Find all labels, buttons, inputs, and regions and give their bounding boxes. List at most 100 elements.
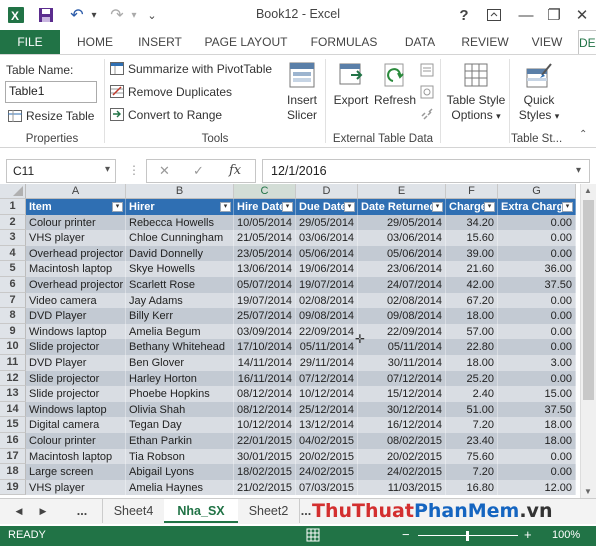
filter-dropdown-icon[interactable]: ▾ xyxy=(562,202,573,212)
ribbon-display-options-button[interactable] xyxy=(482,4,506,26)
table-cell[interactable]: 24/07/2014 xyxy=(358,277,446,293)
select-all-corner[interactable] xyxy=(0,184,26,199)
table-cell[interactable]: 10/12/2014 xyxy=(296,386,358,402)
expand-formula-bar-icon[interactable]: ▾ xyxy=(576,165,581,176)
tab-file[interactable]: FILE xyxy=(0,30,60,54)
table-cell[interactable]: 0.00 xyxy=(498,214,576,231)
table-cell[interactable]: Macintosh laptop xyxy=(26,261,126,277)
table-cell[interactable]: Slide projector xyxy=(26,386,126,402)
filter-dropdown-icon[interactable]: ▾ xyxy=(344,202,355,212)
table-cell[interactable]: 20/02/2015 xyxy=(358,448,446,465)
table-cell[interactable]: Amelia Haynes xyxy=(126,479,234,496)
table-cell[interactable]: Harley Horton xyxy=(126,370,234,387)
table-cell[interactable]: Slide projector xyxy=(26,370,126,387)
filter-dropdown-icon[interactable]: ▾ xyxy=(112,202,123,212)
confirm-entry-icon[interactable]: ✓ xyxy=(193,163,204,179)
table-cell[interactable]: Jay Adams xyxy=(126,292,234,309)
table-cell[interactable]: 16/12/2014 xyxy=(358,417,446,433)
table-cell[interactable]: 75.60 xyxy=(446,448,498,465)
table-cell[interactable]: 57.00 xyxy=(446,323,498,340)
table-cell[interactable]: 67.20 xyxy=(446,292,498,309)
table-cell[interactable]: 05/11/2014 xyxy=(296,339,358,355)
table-cell[interactable]: 0.00 xyxy=(498,230,576,246)
table-cell[interactable]: 11/03/2015 xyxy=(358,479,446,496)
table-cell[interactable]: DVD Player xyxy=(26,308,126,324)
table-header-cell[interactable]: Date Returned ▾ xyxy=(358,199,446,215)
table-cell[interactable]: 36.00 xyxy=(498,261,576,277)
name-box[interactable]: C11 ▾ xyxy=(6,159,116,183)
table-cell[interactable]: 16.80 xyxy=(446,479,498,496)
table-cell[interactable]: 20/02/2015 xyxy=(296,448,358,465)
sheet-tab-nha-sx[interactable]: Nha_SX xyxy=(164,499,238,523)
table-cell[interactable]: Colour printer xyxy=(26,214,126,231)
table-cell[interactable]: 09/08/2014 xyxy=(358,308,446,324)
table-cell[interactable]: 14/11/2014 xyxy=(234,355,296,371)
row-header[interactable]: 1 xyxy=(0,199,26,215)
table-cell[interactable]: 39.00 xyxy=(446,245,498,262)
table-cell[interactable]: David Donnelly xyxy=(126,245,234,262)
table-cell[interactable]: 07/12/2014 xyxy=(358,370,446,387)
table-cell[interactable]: 29/11/2014 xyxy=(296,355,358,371)
column-header-f[interactable]: F xyxy=(446,184,498,199)
table-cell[interactable]: Tegan Day xyxy=(126,417,234,433)
row-header[interactable]: 16 xyxy=(0,433,26,449)
vertical-scrollbar[interactable]: ▲ ▼ xyxy=(580,184,596,498)
table-cell[interactable]: 10/12/2014 xyxy=(234,417,296,433)
row-header[interactable]: 19 xyxy=(0,479,26,496)
table-cell[interactable]: 03/06/2014 xyxy=(296,230,358,246)
table-cell[interactable]: 10/05/2014 xyxy=(234,214,296,231)
row-header[interactable]: 11 xyxy=(0,355,26,371)
table-cell[interactable]: 24/02/2015 xyxy=(296,464,358,480)
table-cell[interactable]: Windows laptop xyxy=(26,323,126,340)
table-cell[interactable]: 30/01/2015 xyxy=(234,448,296,465)
collapse-ribbon-icon[interactable]: ⌃ xyxy=(579,129,587,140)
refresh-button[interactable]: Refresh xyxy=(373,61,417,108)
table-cell[interactable]: Video camera xyxy=(26,292,126,309)
table-cell[interactable]: Olivia Shah xyxy=(126,401,234,418)
properties-icon[interactable] xyxy=(420,63,434,80)
table-cell[interactable]: Ben Glover xyxy=(126,355,234,371)
column-header-b[interactable]: B xyxy=(126,184,234,199)
scroll-up-icon[interactable]: ▲ xyxy=(584,186,592,195)
cancel-entry-icon[interactable]: ✕ xyxy=(159,163,170,179)
row-header[interactable]: 13 xyxy=(0,386,26,402)
table-cell[interactable]: Digital camera xyxy=(26,417,126,433)
row-header[interactable]: 7 xyxy=(0,292,26,309)
table-cell[interactable]: 23/05/2014 xyxy=(234,245,296,262)
table-cell[interactable]: Scarlett Rose xyxy=(126,277,234,293)
table-header-cell[interactable]: Due Date ▾ xyxy=(296,199,358,215)
tab-insert[interactable]: INSERT xyxy=(130,30,190,54)
table-cell[interactable]: VHS player xyxy=(26,230,126,246)
convert-to-range-button[interactable]: Convert to Range xyxy=(110,108,222,122)
formula-input[interactable]: 12/1/2016 xyxy=(262,159,590,183)
column-header-e[interactable]: E xyxy=(358,184,446,199)
table-cell[interactable]: Rebecca Howells xyxy=(126,214,234,231)
table-cell[interactable]: 18.00 xyxy=(498,433,576,449)
row-header[interactable]: 6 xyxy=(0,277,26,293)
table-cell[interactable]: 13/12/2014 xyxy=(296,417,358,433)
table-cell[interactable]: 18.00 xyxy=(446,355,498,371)
table-cell[interactable]: 09/08/2014 xyxy=(296,308,358,324)
table-cell[interactable]: 29/05/2014 xyxy=(358,214,446,231)
table-cell[interactable]: 19/07/2014 xyxy=(234,292,296,309)
row-header[interactable]: 8 xyxy=(0,308,26,324)
tab-formulas[interactable]: FORMULAS xyxy=(304,30,384,54)
table-cell[interactable]: 0.00 xyxy=(498,308,576,324)
table-cell[interactable]: 37.50 xyxy=(498,401,576,418)
resize-table-button[interactable]: Resize Table xyxy=(8,109,94,123)
zoom-in-button[interactable]: + xyxy=(524,527,532,542)
sheet-tab-sheet2[interactable]: Sheet2 xyxy=(238,499,300,523)
table-cell[interactable]: 21/05/2014 xyxy=(234,230,296,246)
table-cell[interactable]: 24/02/2015 xyxy=(358,464,446,480)
table-cell[interactable]: 18.00 xyxy=(498,417,576,433)
sheet-tab-sheet4[interactable]: Sheet4 xyxy=(102,499,164,523)
row-header[interactable]: 10 xyxy=(0,339,26,355)
table-cell[interactable]: 7.20 xyxy=(446,464,498,480)
row-header[interactable]: 3 xyxy=(0,230,26,246)
table-cell[interactable]: 08/12/2014 xyxy=(234,401,296,418)
table-cell[interactable]: 18/02/2015 xyxy=(234,464,296,480)
table-cell[interactable]: 30/12/2014 xyxy=(358,401,446,418)
column-header-c[interactable]: C xyxy=(234,184,296,199)
table-cell[interactable]: Abigail Lyons xyxy=(126,464,234,480)
table-cell[interactable]: Phoebe Hopkins xyxy=(126,386,234,402)
